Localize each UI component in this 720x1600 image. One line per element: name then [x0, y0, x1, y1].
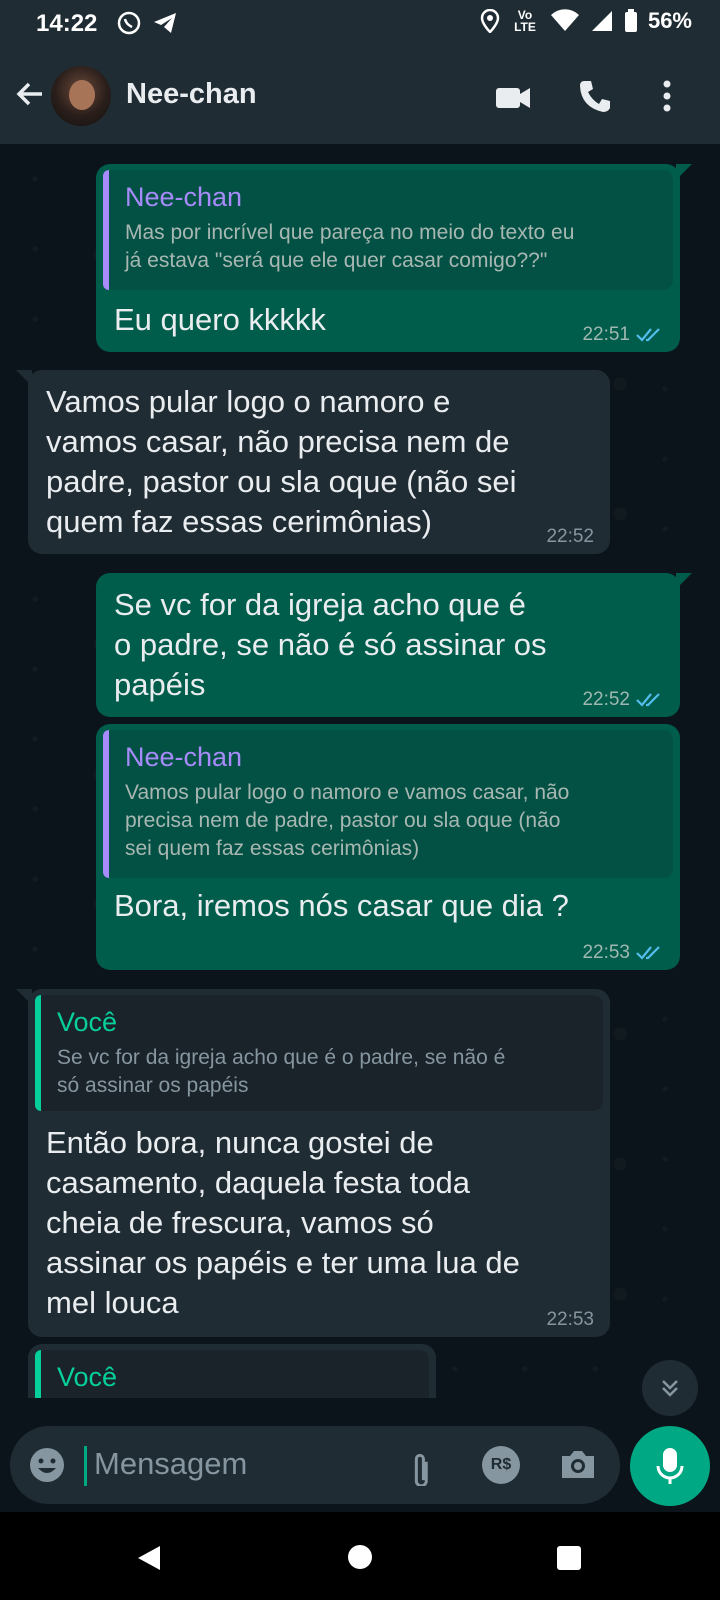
message-meta: 22:52 — [546, 526, 594, 548]
quote-bar — [35, 995, 41, 1111]
voice-call-icon[interactable] — [578, 78, 612, 114]
battery-percent: 56% — [647, 8, 692, 33]
read-receipt-icon — [636, 328, 660, 342]
message-time: 22:52 — [546, 526, 594, 547]
quoted-message[interactable]: Nee-chan Vamos pular logo o namoro e vam… — [103, 730, 673, 878]
message-text: mel louca — [46, 1285, 179, 1320]
double-chevron-down-icon — [662, 1380, 678, 1397]
quote-bar — [103, 170, 109, 290]
scroll-to-bottom-button[interactable] — [642, 1360, 698, 1416]
system-nav-bar — [0, 1512, 720, 1600]
attach-icon[interactable] — [402, 1446, 442, 1486]
message-input[interactable]: Mensagem — [94, 1446, 247, 1482]
battery-icon — [624, 9, 637, 32]
video-call-icon[interactable] — [494, 78, 532, 116]
bubble-tail — [16, 370, 32, 386]
emoji-icon[interactable] — [28, 1446, 66, 1484]
message-meta: 22:51 — [582, 324, 664, 346]
telegram-notification-icon — [154, 13, 176, 33]
quote-text-line: Se vc for da igreja acho que é o padre, … — [57, 1046, 506, 1069]
microphone-icon — [656, 1448, 684, 1484]
signal-icon — [591, 11, 612, 31]
message-bubble-incoming[interactable]: Você Se vc for da igreja acho que é o pa… — [16, 989, 610, 1337]
quote-text-line: Vamos pular logo o namoro e vamos casar,… — [125, 781, 570, 804]
nav-recents-icon[interactable] — [556, 1545, 582, 1571]
read-receipt-icon — [636, 693, 660, 707]
wifi-icon — [550, 9, 579, 31]
more-options-icon[interactable] — [660, 78, 674, 114]
status-bar: 14:22 Vo LTE 56% — [0, 0, 720, 50]
message-meta: 22:53 — [582, 942, 664, 964]
back-arrow-icon[interactable] — [14, 78, 46, 110]
message-text: Se vc for da igreja acho que é — [114, 587, 526, 622]
quote-text-line: Mas por incrível que pareça no meio do t… — [125, 221, 575, 244]
message-time: 22:53 — [546, 1309, 594, 1330]
quoted-message[interactable]: Nee-chan Mas por incrível que pareça no … — [103, 170, 673, 290]
message-bubble-outgoing[interactable]: Se vc for da igreja acho que é o padre, … — [96, 573, 692, 717]
message-bubble-outgoing[interactable]: Nee-chan Mas por incrível que pareça no … — [96, 164, 692, 352]
quote-author: Você — [57, 1007, 118, 1037]
volte-icon: Vo LTE — [514, 8, 536, 34]
quoted-message[interactable]: Você — [35, 1350, 429, 1398]
message-text: Vamos pular logo o namoro e — [46, 384, 451, 419]
quote-author: Você — [57, 1362, 118, 1392]
message-text: cheia de frescura, vamos só — [46, 1205, 434, 1240]
message-meta: 22:52 — [582, 689, 664, 711]
bubble-tail — [676, 573, 692, 589]
status-time: 14:22 — [36, 10, 98, 37]
quote-bar — [103, 730, 109, 878]
message-bubble-outgoing[interactable]: Nee-chan Vamos pular logo o namoro e vam… — [96, 724, 680, 970]
contact-name[interactable]: Nee-chan — [126, 78, 257, 111]
message-text: quem faz essas cerimônias) — [46, 504, 432, 539]
message-bubble-incoming[interactable]: Vamos pular logo o namoro e vamos casar,… — [16, 370, 610, 554]
message-time: 22:51 — [582, 324, 630, 345]
location-icon — [480, 9, 500, 33]
message-composer[interactable]: Mensagem R$ — [10, 1426, 620, 1504]
message-text: assinar os papéis e ter uma lua de — [46, 1245, 520, 1280]
quoted-message[interactable]: Você Se vc for da igreja acho que é o pa… — [35, 995, 603, 1111]
quote-text-line: sei quem faz essas cerimônias) — [125, 837, 420, 860]
payment-icon[interactable]: R$ — [482, 1446, 520, 1484]
message-text: Então bora, nunca gostei de — [46, 1125, 434, 1160]
message-text: o padre, se não é só assinar os — [114, 627, 547, 662]
message-text: padre, pastor ou sla oque (não sei — [46, 464, 517, 499]
message-time: 22:53 — [582, 942, 630, 963]
bubble-tail — [676, 164, 692, 180]
message-meta: 22:53 — [546, 1309, 594, 1331]
bubble-tail — [16, 989, 32, 1005]
read-receipt-icon — [636, 946, 660, 960]
quote-text-line: já estava "será que ele quer casar comig… — [125, 249, 548, 272]
message-text: Eu quero kkkkk — [114, 302, 326, 337]
voice-record-button[interactable] — [630, 1426, 710, 1506]
message-text: papéis — [114, 667, 206, 702]
camera-icon[interactable] — [558, 1446, 598, 1484]
contact-avatar[interactable] — [51, 66, 111, 126]
chat-header: Nee-chan — [0, 50, 720, 144]
nav-home-icon[interactable] — [347, 1544, 373, 1570]
quote-bar — [35, 1350, 41, 1398]
message-bubble-incoming[interactable]: Você — [28, 1344, 436, 1398]
whatsapp-notification-icon — [117, 11, 141, 35]
nav-back-icon[interactable] — [136, 1544, 162, 1572]
message-text: Bora, iremos nós casar que dia ? — [114, 888, 569, 923]
quote-author: Nee-chan — [125, 742, 243, 772]
message-text: casamento, daquela festa toda — [46, 1165, 470, 1200]
message-text: vamos casar, não precisa nem de — [46, 424, 510, 459]
quote-author: Nee-chan — [125, 182, 243, 212]
quote-text-line: só assinar os papéis — [57, 1074, 249, 1097]
message-time: 22:52 — [582, 689, 630, 710]
quote-text-line: precisa nem de padre, pastor ou sla oque… — [125, 809, 561, 832]
text-cursor — [84, 1446, 87, 1486]
chat-area[interactable]: Nee-chan Mas por incrível que pareça no … — [0, 144, 720, 1398]
